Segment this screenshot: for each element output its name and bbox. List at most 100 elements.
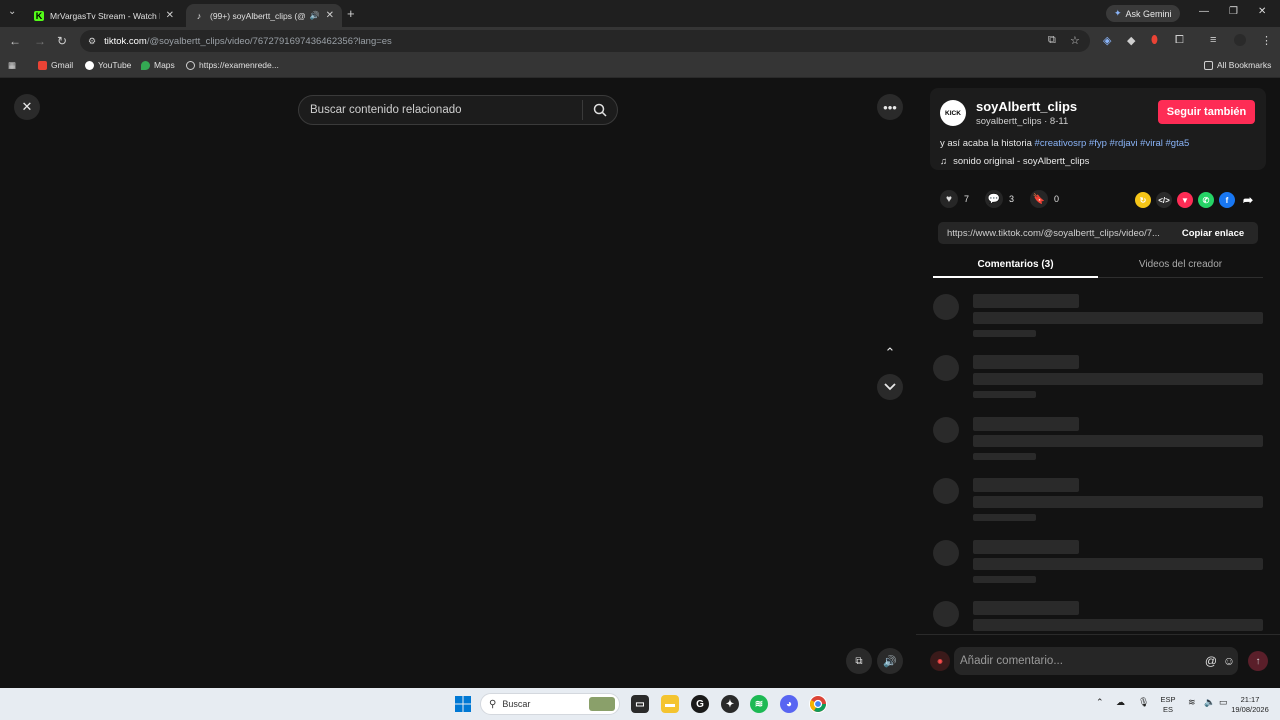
bookmark-examenredes[interactable]: https://examenrede... — [186, 60, 279, 70]
comment-input-box[interactable]: @ ☺ — [954, 647, 1238, 675]
mention-at-icon[interactable]: @ — [1202, 654, 1220, 668]
creator-card: KICK soyAlbertt_clips soyalbertt_clips ·… — [930, 88, 1266, 170]
like-count: 7 — [964, 194, 970, 204]
tab-title: (99+) soyAlbertt_clips (@soyalbertt — [210, 10, 306, 21]
related-search-box[interactable] — [298, 95, 618, 125]
share-link-box: https://www.tiktok.com/@soyalbertt_clips… — [938, 222, 1258, 244]
close-tab-icon[interactable]: ✕ — [166, 10, 174, 21]
share-arrow-icon[interactable]: ➦ — [1240, 192, 1256, 208]
davinci-resolve-icon[interactable]: ✦ — [721, 695, 739, 713]
close-video-button[interactable]: ✕ — [14, 94, 40, 120]
emoji-smiley-icon[interactable]: ☺ — [1220, 654, 1238, 668]
minimize-icon[interactable]: — — [1199, 6, 1209, 17]
facebook-icon[interactable]: f — [1219, 192, 1235, 208]
follow-button[interactable]: Seguir también — [1158, 100, 1255, 124]
discord-icon[interactable]: ◕ — [780, 695, 798, 713]
taskbar-search-label: Buscar — [502, 699, 531, 709]
hashtag-link[interactable]: #creativosrp — [1035, 138, 1087, 149]
address-bar[interactable]: ⚙ tiktok.com /@soyalbertt_clips/video/76… — [80, 30, 1090, 52]
github-icon[interactable]: G — [691, 695, 709, 713]
comment-input[interactable] — [960, 655, 1202, 667]
whatsapp-icon[interactable]: ✆ — [1198, 192, 1214, 208]
tab-creator-videos[interactable]: Videos del creador — [1098, 254, 1263, 277]
back-arrow-icon[interactable]: ← — [9, 34, 21, 48]
taskbar-search[interactable]: ⚲ Buscar — [480, 693, 620, 715]
ask-gemini-button[interactable]: ✦ Ask Gemini — [1106, 5, 1180, 22]
language-indicator[interactable]: ESP ES — [1158, 695, 1178, 715]
hashtag-link[interactable]: #fyp — [1089, 138, 1107, 149]
like-heart-icon[interactable]: ♥ — [940, 190, 958, 208]
media-controls-icon[interactable]: ≡ — [1210, 34, 1216, 46]
send-comment-button[interactable]: ↑ — [1248, 651, 1268, 671]
extension-shield-icon[interactable]: ⬮ — [1151, 34, 1158, 47]
floating-player-button[interactable]: ⧉ — [846, 648, 872, 674]
comment-bubble-icon[interactable]: 💬 — [985, 190, 1004, 208]
repost-icon[interactable]: ↻ — [1135, 192, 1151, 208]
windows-start-button[interactable] — [454, 695, 472, 713]
speaker-icon[interactable]: 🔊 — [310, 11, 320, 20]
menu-dots-icon[interactable]: ⋮ — [1261, 34, 1272, 47]
bookmark-maps[interactable]: Maps — [141, 60, 175, 70]
window-close-icon[interactable]: ✕ — [1258, 6, 1266, 17]
language-top: ESP — [1160, 695, 1176, 704]
search-button[interactable] — [583, 103, 617, 117]
send-to-friends-icon[interactable]: ▼ — [1177, 192, 1193, 208]
user-avatar[interactable]: ◉ — [930, 651, 950, 671]
tab-search-chevron-icon[interactable]: ⌄ — [8, 6, 16, 17]
more-options-button[interactable]: ••• — [877, 94, 903, 120]
chevron-up-icon: ⌃ — [884, 345, 896, 360]
bookmark-icon[interactable]: 🔖 — [1030, 190, 1049, 208]
video-caption: y así acaba la historia #creativosrp #fy… — [940, 138, 1189, 149]
onedrive-icon[interactable]: ☁ — [1116, 697, 1125, 708]
spotify-icon[interactable]: ≋ — [750, 695, 768, 713]
sound-link[interactable]: ♫ sonido original - soyAlbertt_clips — [940, 156, 1089, 167]
close-tab-icon[interactable]: ✕ — [326, 10, 334, 21]
tab-comments[interactable]: Comentarios (3) — [933, 254, 1098, 278]
related-search-input[interactable] — [310, 104, 582, 116]
share-link-url[interactable]: https://www.tiktok.com/@soyalbertt_clips… — [938, 228, 1168, 239]
site-info-icon[interactable]: ⚙ — [88, 36, 96, 47]
hashtag-link[interactable]: #rdjavi — [1110, 138, 1138, 149]
chrome-logo — [810, 696, 826, 712]
windows-logo-icon — [455, 696, 471, 712]
file-explorer-icon[interactable]: ▬ — [661, 695, 679, 713]
profile-avatar[interactable] — [1234, 34, 1246, 46]
forward-arrow-icon[interactable]: → — [34, 34, 46, 48]
extension-wave-icon[interactable]: ◈ — [1103, 34, 1111, 47]
music-note-icon: ♫ — [940, 156, 948, 167]
browser-tab-mrvargas[interactable]: K MrVargasTv Stream - Watch Live ✕ — [26, 4, 182, 27]
creator-name[interactable]: soyAlbertt_clips — [976, 99, 1077, 114]
new-tab-plus-icon[interactable]: + — [347, 6, 355, 21]
copy-link-button[interactable]: Copiar enlace — [1168, 228, 1258, 239]
hashtag-link[interactable]: #viral — [1140, 138, 1163, 149]
reload-icon[interactable]: ↻ — [57, 34, 67, 48]
show-hidden-icons-chevron-icon[interactable]: ⌃ — [1096, 697, 1104, 708]
bookmark-gmail[interactable]: Gmail — [38, 60, 73, 70]
speaker-icon[interactable]: 🔈 — [1204, 697, 1215, 708]
hashtag-link[interactable]: #gta5 — [1166, 138, 1190, 149]
apps-grid-icon[interactable]: ▦ — [8, 60, 16, 71]
all-bookmarks[interactable]: All Bookmarks — [1204, 60, 1271, 70]
bookmark-star-icon[interactable]: ☆ — [1070, 34, 1080, 47]
wifi-icon[interactable]: ≋ — [1188, 697, 1196, 708]
maximize-icon[interactable]: ❐ — [1229, 6, 1238, 17]
previous-video-button[interactable]: ⌃ — [877, 340, 903, 366]
embed-code-icon[interactable]: </> — [1156, 192, 1172, 208]
task-view-icon[interactable]: ▭ — [631, 695, 649, 713]
bookmark-youtube[interactable]: YouTube — [85, 60, 131, 70]
volume-button[interactable]: 🔊 — [877, 648, 903, 674]
extensions-puzzle-icon[interactable]: ⧠ — [1175, 34, 1184, 47]
microphone-icon[interactable]: 🎙 — [1138, 697, 1149, 708]
clock[interactable]: 21:17 19/08/2026 — [1224, 695, 1276, 715]
sound-name: sonido original - soyAlbertt_clips — [953, 156, 1090, 167]
search-highlight-image — [589, 697, 615, 711]
extension-diamond-icon[interactable]: ◆ — [1127, 34, 1135, 47]
comment-composer: ◉ @ ☺ ↑ — [916, 634, 1280, 688]
browser-tab-tiktok[interactable]: ♪ (99+) soyAlbertt_clips (@soyalbertt 🔊 … — [186, 4, 342, 27]
creator-avatar[interactable]: KICK — [940, 100, 966, 126]
chrome-icon[interactable] — [809, 695, 827, 713]
video-player[interactable]: ✕ ••• ⌃ ⧉ 🔊 — [0, 78, 916, 688]
next-video-button[interactable] — [877, 374, 903, 400]
install-app-icon[interactable]: ⧉ — [1048, 34, 1056, 47]
skeleton-line — [973, 496, 1263, 508]
